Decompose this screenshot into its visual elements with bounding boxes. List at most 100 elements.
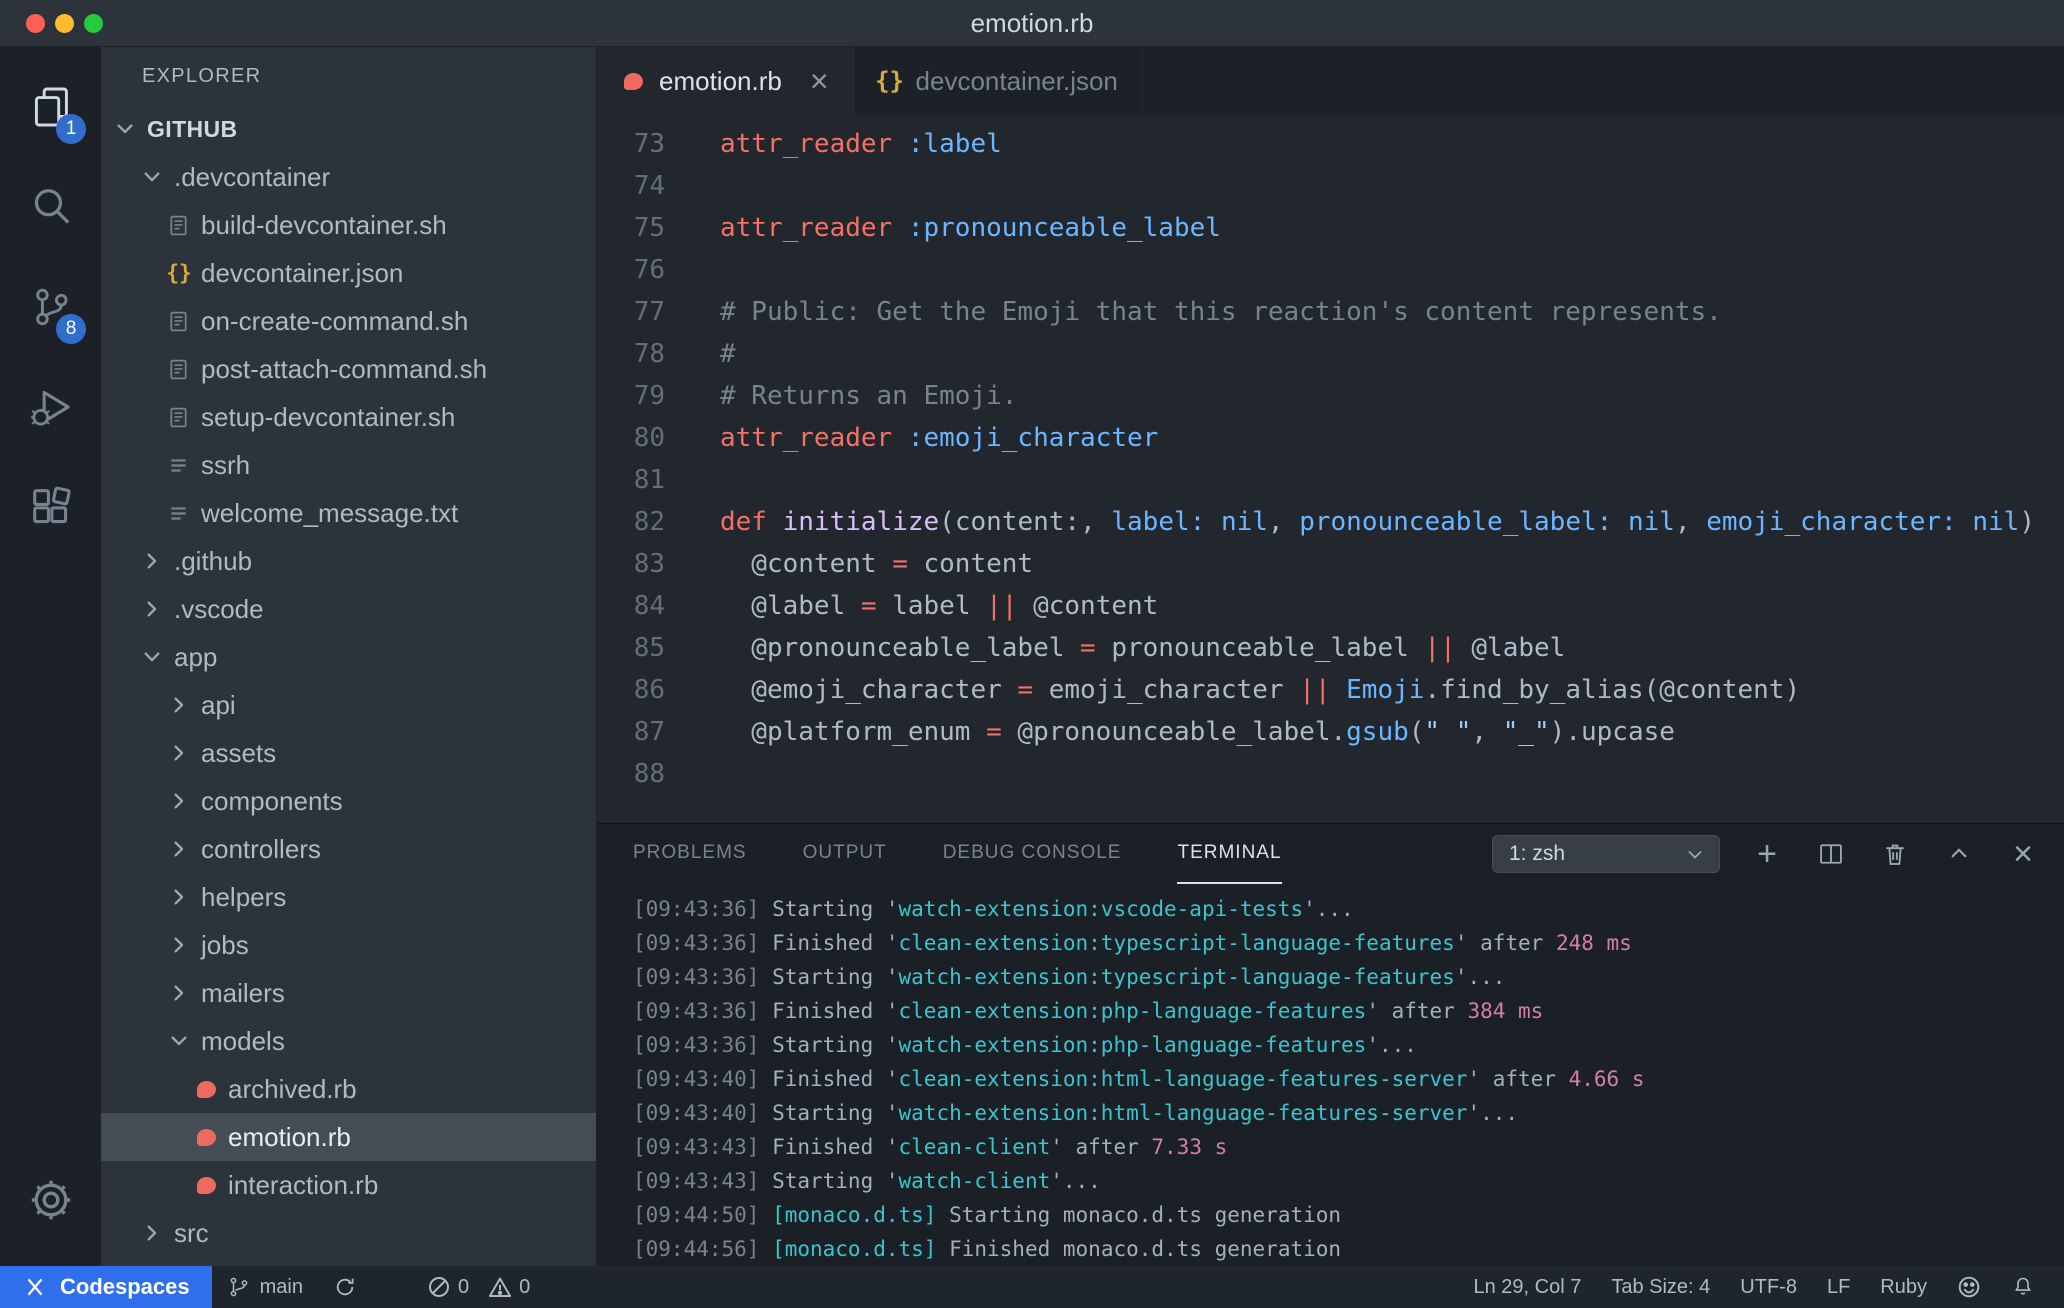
minimize-window-button[interactable] [55,13,74,33]
tree-folder-jobs[interactable]: jobs [101,921,596,969]
search-view-button[interactable] [0,157,101,257]
zoom-window-button[interactable] [84,13,103,33]
codespaces-remote-icon [27,1278,43,1296]
feedback-button[interactable] [1942,1266,1996,1308]
shell-select-value: 1: zsh [1509,842,1566,865]
chevron-right-icon [147,601,157,617]
tree-folder-devcontainer[interactable]: .devcontainer [101,153,596,201]
tree-folder-src[interactable]: src [101,1209,596,1257]
tree-file-emotion-rb[interactable]: emotion.rb [101,1113,596,1161]
tree-file-archived-rb[interactable]: archived.rb [101,1065,596,1113]
tree-item-label: models [201,1025,285,1056]
explorer-view-button[interactable]: 1 [0,57,101,157]
code-line-78: 78 # [597,333,2064,375]
branch-indicator[interactable]: main [212,1266,318,1308]
tree-file-post-attach-command-sh[interactable]: post-attach-command.sh [101,345,596,393]
code-line-75: 75 attr_reader :pronounceable_label [597,207,2064,249]
run-debug-view-button[interactable] [0,357,101,457]
line-number: 78 [633,339,665,369]
run-debug-icon [30,390,70,426]
line-number: 88 [633,759,665,789]
sync-icon [336,1278,354,1296]
code-line-82: 82 def initialize(content:, label: nil, p… [597,501,2064,543]
close-tab-icon[interactable]: × [810,65,829,97]
chevron-right-icon [174,697,184,713]
source-control-view-button[interactable]: 8 [0,257,101,357]
extensions-view-button[interactable] [0,457,101,557]
tree-file-setup-devcontainer-sh[interactable]: setup-devcontainer.sh [101,393,596,441]
explorer-header: EXPLORER [142,64,262,87]
tree-folder-components[interactable]: components [101,777,596,825]
branch-name: main [259,1275,303,1298]
text-file-icon [171,506,186,520]
shell-file-icon [170,215,187,235]
chevron-right-icon [147,1225,157,1241]
line-number: 82 [633,507,665,537]
close-panel-button[interactable]: × [2006,837,2040,871]
tab-emotion-rb[interactable]: emotion.rb × [597,47,854,115]
chevron-down-icon [144,652,160,662]
terminal-output[interactable]: [09:43:36] Starting 'watch-extension:vsc… [597,884,2064,1266]
split-terminal-icon [1820,844,1842,864]
maximize-panel-button[interactable] [1942,837,1976,871]
chevron-right-icon [174,841,184,857]
split-terminal-button[interactable] [1814,837,1848,871]
encoding[interactable]: UTF-8 [1725,1266,1812,1308]
tree-file-ssrh[interactable]: ssrh [101,441,596,489]
tree-file-interaction-rb[interactable]: interaction.rb [101,1161,596,1209]
tree-folder-assets[interactable]: assets [101,729,596,777]
tree-folder-vscode[interactable]: .vscode [101,585,596,633]
tree-item-label: post-attach-command.sh [201,353,488,384]
chevron-down-icon [171,1036,187,1046]
tree-file-welcome-message-txt[interactable]: welcome_message.txt [101,489,596,537]
notifications-button[interactable] [1996,1266,2050,1308]
tree-file-devcontainer-json[interactable]: {} devcontainer.json [101,249,596,297]
tree-item-label: helpers [201,881,287,912]
tree-folder-github[interactable]: GITHUB [101,105,596,153]
tree-item-label: components [201,785,343,816]
panel-tab-problems[interactable]: PROBLEMS [633,824,747,884]
tree-folder-models[interactable]: models [101,1017,596,1065]
settings-button[interactable] [0,1150,101,1250]
terminal-line: [09:43:36] Finished 'clean-extension:php… [633,999,1544,1023]
search-icon [34,189,69,224]
terminal-line: [09:43:40] Starting 'watch-extension:htm… [633,1101,1519,1125]
chevron-down-icon [117,124,133,134]
shell-file-icon [170,311,187,331]
tree-item-label: api [201,689,236,720]
tree-folder-app[interactable]: app [101,633,596,681]
tab-devcontainer-json[interactable]: {} devcontainer.json [854,47,1143,115]
terminal-shell-select[interactable]: 1: zsh [1492,835,1720,873]
tab-size[interactable]: Tab Size: 4 [1596,1266,1725,1308]
sync-button[interactable] [318,1266,372,1308]
tree-folder-github[interactable]: .github [101,537,596,585]
panel-tab-terminal[interactable]: TERMINAL [1177,824,1282,884]
code-line-77: 77 # Public: Get the Emoji that this reac… [597,291,2064,333]
code-line-88: 88 [597,753,2064,795]
tree-folder-mailers[interactable]: mailers [101,969,596,1017]
codespaces-remote-button[interactable]: Codespaces [0,1266,212,1308]
ruby-file-icon [621,69,645,93]
panel-tab-debug-console[interactable]: DEBUG CONSOLE [943,824,1122,884]
code-line-81: 81 [597,459,2064,501]
tab-label: emotion.rb [659,65,782,96]
close-window-button[interactable] [26,13,45,33]
code-line-85: 85 @pronounceable_label = pronounceable_… [597,627,2064,669]
panel-tab-output[interactable]: OUTPUT [803,824,887,884]
tree-file-build-devcontainer-sh[interactable]: build-devcontainer.sh [101,201,596,249]
tree-folder-helpers[interactable]: helpers [101,873,596,921]
tree-file-on-create-command-sh[interactable]: on-create-command.sh [101,297,596,345]
tree-folder-controllers[interactable]: controllers [101,825,596,873]
problems-indicator[interactable]: 0 0 [412,1266,545,1308]
cursor-position[interactable]: Ln 29, Col 7 [1458,1266,1596,1308]
line-number: 80 [633,423,665,453]
tree-folder-api[interactable]: api [101,681,596,729]
tree-item-label: build-devcontainer.sh [201,209,447,240]
code-editor[interactable]: 73 attr_reader :label 74 75 attr_reader :pro… [597,115,2064,823]
line-number: 76 [633,255,665,285]
new-terminal-button[interactable]: + [1750,837,1784,871]
eol-indicator[interactable]: LF [1812,1266,1865,1308]
language-mode[interactable]: Ruby [1865,1266,1942,1308]
kill-terminal-button[interactable] [1878,837,1912,871]
terminal-line: [09:43:43] Starting 'watch-client'... [633,1169,1101,1193]
